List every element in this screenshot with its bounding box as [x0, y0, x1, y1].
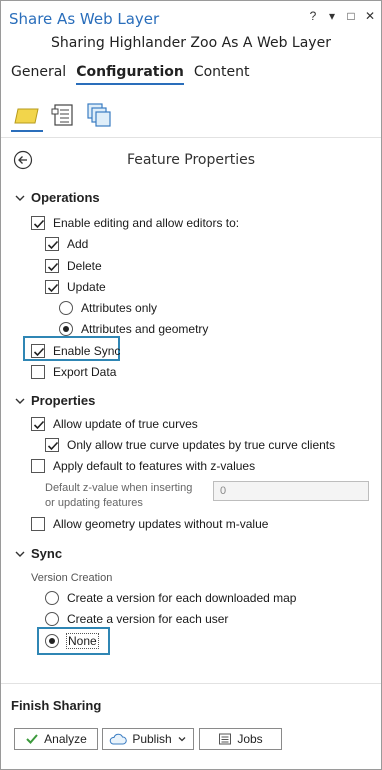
- chevron-down-icon: [15, 551, 25, 557]
- operations-heading: Operations: [31, 190, 100, 205]
- add-option[interactable]: Add: [45, 237, 88, 251]
- true-curve-clients-option[interactable]: Only allow true curve updates by true cu…: [45, 438, 335, 452]
- enable-editing-checkbox[interactable]: [31, 216, 45, 230]
- divider: [1, 683, 381, 684]
- add-checkbox[interactable]: [45, 237, 59, 251]
- version-creation-label: Version Creation: [31, 572, 113, 584]
- version-per-map-label: Create a version for each downloaded map: [67, 591, 297, 605]
- version-per-user-label: Create a version for each user: [67, 612, 229, 626]
- attributes-only-radio[interactable]: [59, 301, 73, 315]
- sync-section-header[interactable]: Sync: [15, 546, 62, 561]
- export-data-option[interactable]: Export Data: [31, 365, 116, 379]
- jobs-list-icon: [219, 733, 232, 745]
- pane-title: Share As Web Layer: [9, 10, 160, 28]
- main-tabs: General Configuration Content: [11, 64, 250, 85]
- add-label: Add: [67, 237, 89, 251]
- z-value-label-line-2: or updating features: [45, 497, 143, 509]
- version-per-map-radio[interactable]: [45, 591, 59, 605]
- m-value-label: Allow geometry updates without m-value: [53, 517, 269, 531]
- attributes-geometry-radio[interactable]: [59, 322, 73, 336]
- enable-sync-option[interactable]: Enable Sync: [31, 344, 120, 358]
- delete-label: Delete: [67, 259, 102, 273]
- true-curves-label: Allow update of true curves: [53, 417, 198, 431]
- properties-section-header[interactable]: Properties: [15, 393, 95, 408]
- true-curves-checkbox[interactable]: [31, 417, 45, 431]
- version-per-map-option[interactable]: Create a version for each downloaded map: [45, 591, 296, 605]
- analyze-button[interactable]: Analyze: [14, 728, 98, 750]
- true-curve-clients-label: Only allow true curve updates by true cu…: [67, 438, 336, 452]
- tab-configuration[interactable]: Configuration: [76, 64, 184, 85]
- z-value-label: Default z-value when inserting or updati…: [45, 481, 192, 511]
- restore-icon[interactable]: □: [346, 10, 356, 22]
- z-default-option[interactable]: Apply default to features with z-values: [31, 459, 255, 473]
- sync-heading: Sync: [31, 546, 63, 561]
- version-none-label: None: [66, 633, 99, 649]
- version-per-user-option[interactable]: Create a version for each user: [45, 612, 228, 626]
- delete-checkbox[interactable]: [45, 259, 59, 273]
- feature-list-icon[interactable]: [49, 101, 77, 129]
- z-value-input[interactable]: 0: [213, 481, 369, 501]
- update-checkbox[interactable]: [45, 280, 59, 294]
- properties-heading: Properties: [31, 393, 96, 408]
- attributes-only-option[interactable]: Attributes only: [59, 301, 157, 315]
- tab-general[interactable]: General: [11, 64, 66, 85]
- cloud-icon: [110, 733, 128, 745]
- operations-section-header[interactable]: Operations: [15, 190, 100, 205]
- true-curves-option[interactable]: Allow update of true curves: [31, 417, 198, 431]
- finish-sharing-heading: Finish Sharing: [11, 698, 102, 713]
- version-none-radio[interactable]: [45, 634, 59, 648]
- chevron-down-icon[interactable]: [177, 734, 187, 744]
- checkmark-icon: [26, 734, 38, 744]
- pane-controls: ? ▾ □ ✕: [308, 10, 375, 22]
- attributes-only-label: Attributes only: [81, 301, 158, 315]
- attributes-geometry-option[interactable]: Attributes and geometry: [59, 322, 208, 336]
- jobs-label: Jobs: [237, 732, 263, 746]
- panel-title: Feature Properties: [126, 152, 256, 168]
- export-data-checkbox[interactable]: [31, 365, 45, 379]
- stacked-pages-icon[interactable]: [85, 101, 113, 129]
- pane-menu-icon[interactable]: ▾: [327, 10, 337, 22]
- jobs-button[interactable]: Jobs: [199, 728, 282, 750]
- publish-button[interactable]: Publish: [102, 728, 194, 750]
- version-none-option[interactable]: None: [45, 633, 99, 649]
- tab-content[interactable]: Content: [194, 64, 250, 85]
- z-value-label-line-1: Default z-value when inserting: [45, 482, 193, 494]
- enable-sync-checkbox[interactable]: [31, 344, 45, 358]
- title-bar: Share As Web Layer ? ▾ □ ✕: [1, 1, 381, 33]
- attributes-geometry-label: Attributes and geometry: [81, 322, 209, 336]
- enable-editing-option[interactable]: Enable editing and allow editors to:: [31, 216, 239, 230]
- configuration-subtabs: [11, 101, 113, 132]
- z-default-label: Apply default to features with z-values: [53, 459, 256, 473]
- enable-editing-label: Enable editing and allow editors to:: [53, 216, 240, 230]
- chevron-down-icon: [15, 398, 25, 404]
- layers-icon[interactable]: [11, 101, 43, 132]
- z-default-checkbox[interactable]: [31, 459, 45, 473]
- close-icon[interactable]: ✕: [365, 10, 375, 22]
- help-icon[interactable]: ?: [308, 10, 318, 22]
- chevron-down-icon: [15, 195, 25, 201]
- delete-option[interactable]: Delete: [45, 259, 102, 273]
- pane-subtitle: Sharing Highlander Zoo As A Web Layer: [51, 35, 331, 51]
- divider: [1, 137, 381, 138]
- version-per-user-radio[interactable]: [45, 612, 59, 626]
- share-web-layer-pane: Share As Web Layer ? ▾ □ ✕ Sharing Highl…: [0, 0, 382, 770]
- m-value-option[interactable]: Allow geometry updates without m-value: [31, 517, 268, 531]
- publish-label: Publish: [132, 732, 172, 746]
- update-label: Update: [67, 280, 106, 294]
- update-option[interactable]: Update: [45, 280, 106, 294]
- m-value-checkbox[interactable]: [31, 517, 45, 531]
- enable-sync-label: Enable Sync: [53, 344, 121, 358]
- true-curve-clients-checkbox[interactable]: [45, 438, 59, 452]
- analyze-label: Analyze: [44, 732, 87, 746]
- export-data-label: Export Data: [53, 365, 117, 379]
